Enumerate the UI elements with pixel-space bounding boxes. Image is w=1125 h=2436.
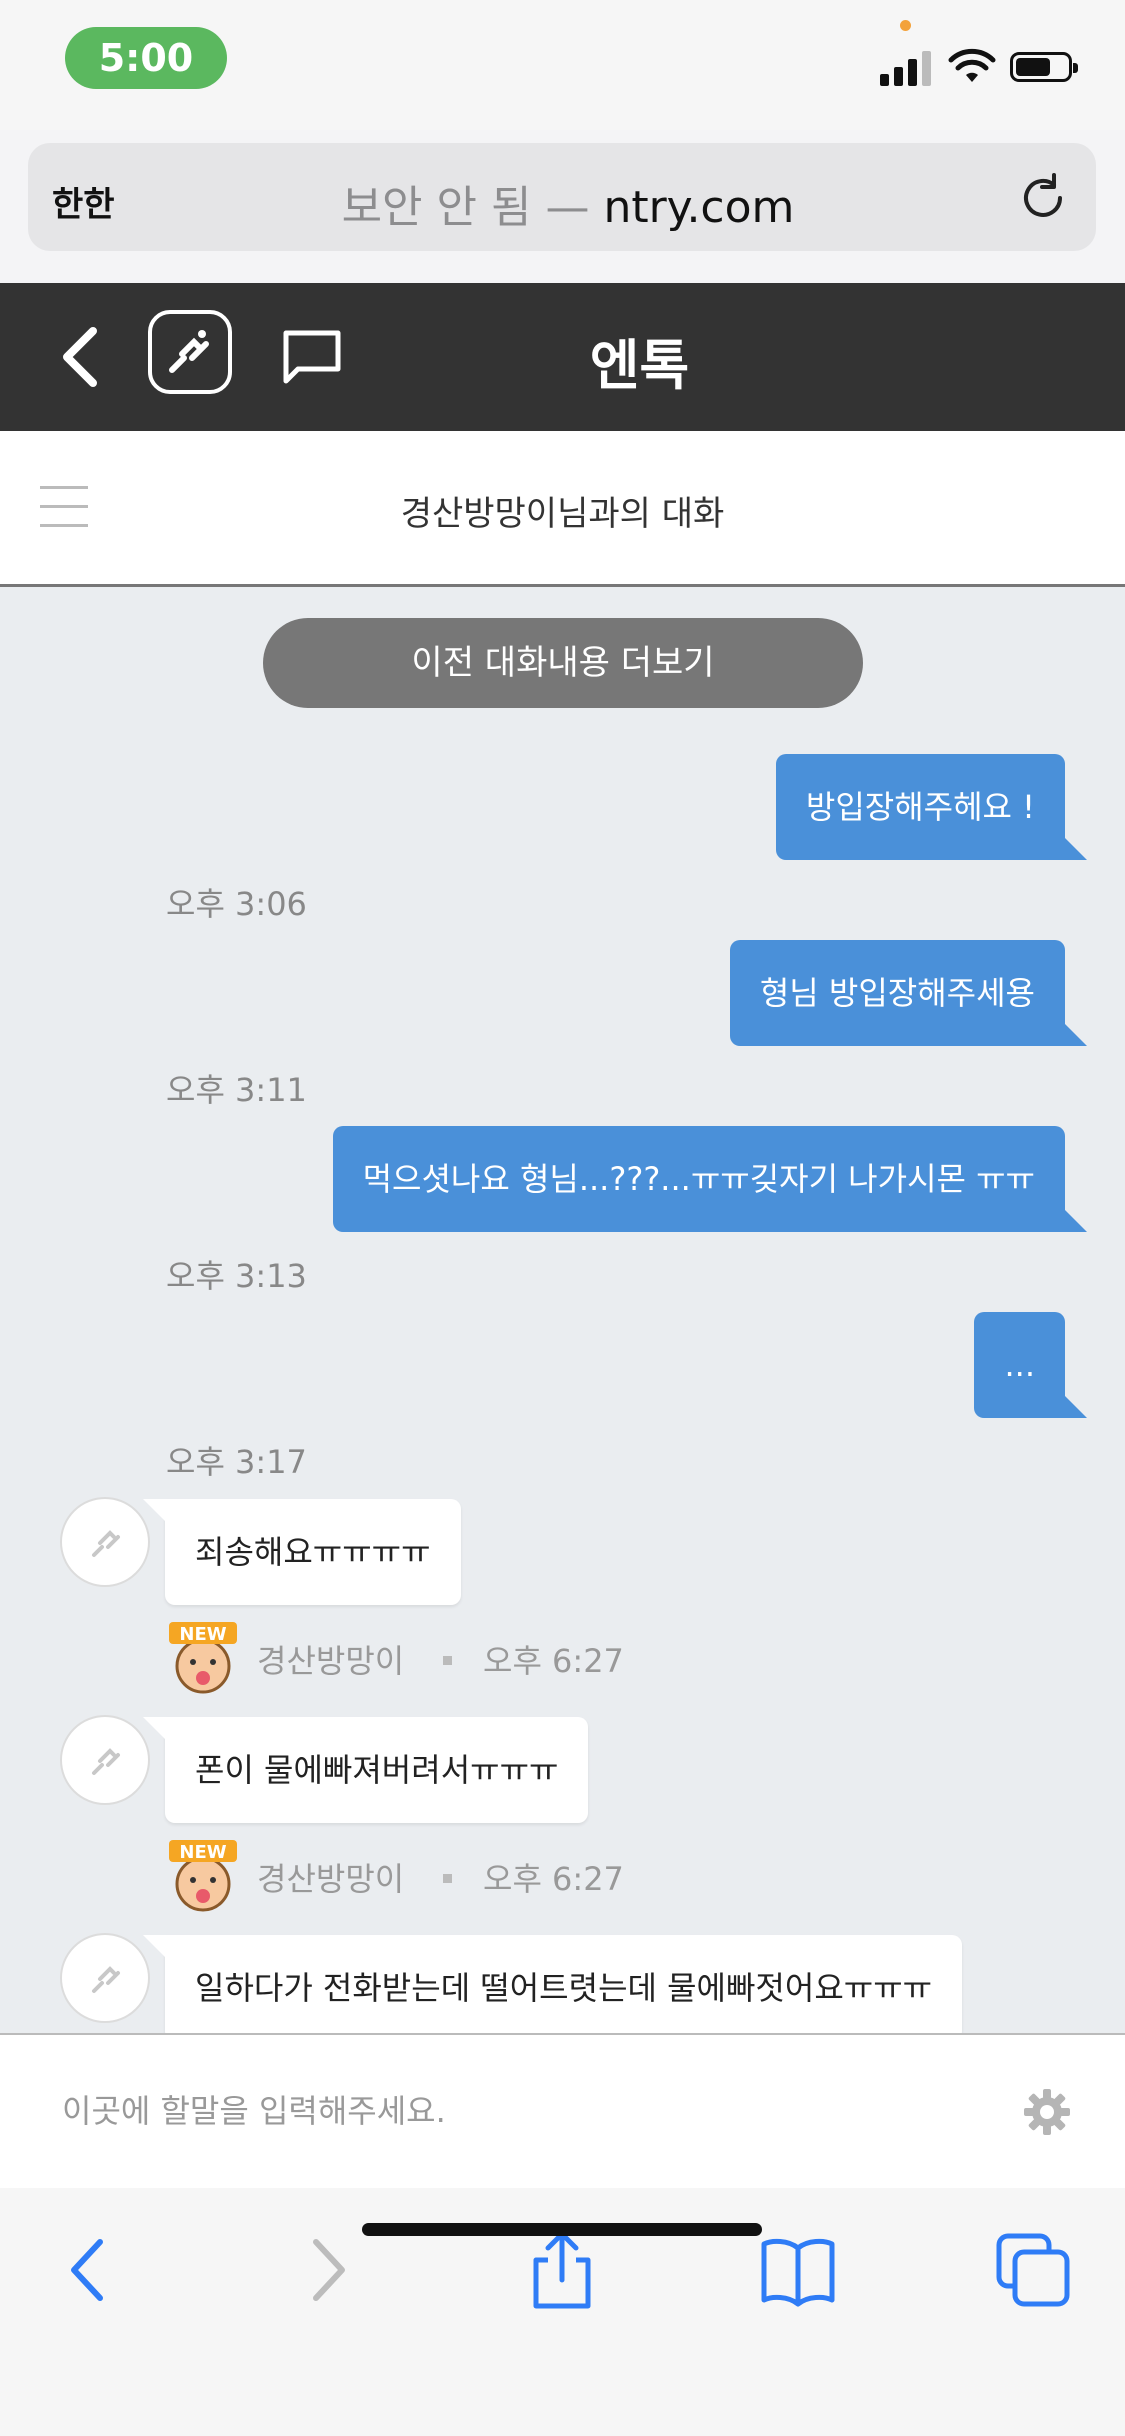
status-time: 5:00 [65, 27, 227, 89]
incoming-message: 일하다가 전화받는데 떨어트렷는데 물에빠젓어요ㅠㅠㅠ [142, 1935, 963, 2033]
conversation-header: 경산방망이님과의 대화 [0, 431, 1125, 587]
sender-name: 경산방망이 [257, 1642, 405, 1680]
share-icon[interactable] [522, 2230, 602, 2310]
back-icon[interactable] [46, 2230, 126, 2310]
conversation-title: 경산방망이님과의 대화 [400, 494, 725, 534]
svg-text:NEW: NEW [179, 1624, 226, 1645]
new-badge-face-icon: NEW [169, 1622, 237, 1694]
message-time: 오후 3:17 [166, 1443, 307, 1481]
gear-icon[interactable] [1022, 2087, 1072, 2137]
insecure-label: 보안 안 됨 — [341, 182, 604, 233]
url-host: ntry.com [603, 182, 795, 233]
address-bar[interactable]: 한한 보안 안 됨 — ntry.com [28, 143, 1096, 251]
sender-name: 경산방망이 [257, 1860, 405, 1898]
separator-dot [443, 1874, 452, 1883]
message-input-bar [0, 2033, 1125, 2190]
tabs-icon[interactable] [993, 2230, 1073, 2310]
sender-avatar[interactable] [60, 1933, 150, 2023]
battery-icon [1010, 52, 1078, 82]
load-more-button[interactable]: 이전 대화내용 더보기 [263, 618, 863, 708]
new-badge-face-icon: NEW [169, 1840, 237, 1912]
outgoing-message: 형님 방입장해주세용 [729, 940, 1088, 1046]
outgoing-message: 방입장해주헤요 ! [775, 754, 1088, 860]
text-size-button[interactable]: 한한 [52, 177, 115, 226]
cellular-signal-icon [880, 50, 935, 86]
svg-text:NEW: NEW [179, 1842, 226, 1863]
home-indicator [362, 2223, 762, 2236]
message-time: 오후 6:27 [483, 1860, 624, 1898]
book-icon[interactable] [758, 2230, 838, 2310]
incoming-message: 폰이 물에빠져버려서ㅠㅠㅠ [142, 1717, 589, 1823]
sender-avatar[interactable] [60, 1715, 150, 1805]
message-time: 오후 3:13 [166, 1257, 307, 1295]
app-title: 엔톡 [589, 334, 690, 397]
privacy-indicator-dot [900, 20, 911, 31]
message-input[interactable] [60, 2080, 964, 2142]
reload-icon[interactable] [1016, 171, 1070, 225]
message-time: 오후 3:11 [166, 1071, 307, 1109]
separator-dot [443, 1656, 452, 1665]
outgoing-message: 먹으셧나요 형님...???...ㅠㅠ깆자기 나가시몬 ㅠㅠ [332, 1126, 1088, 1232]
outgoing-message: ... [974, 1312, 1087, 1418]
status-bar: 5:00 [0, 0, 1125, 130]
message-time: 오후 6:27 [483, 1642, 624, 1680]
wifi-icon [948, 48, 996, 82]
url-display[interactable]: 보안 안 됨 — ntry.com [178, 171, 958, 235]
forward-icon[interactable] [290, 2230, 370, 2310]
message-time: 오후 3:06 [166, 885, 307, 923]
incoming-message: 죄송해요ㅠㅠㅠㅠ [143, 1499, 461, 1605]
chat-area[interactable]: 이전 대화내용 더보기 방입장해주헤요 ! 오후 3:06 형님 방입장해주세용… [0, 587, 1125, 2033]
sender-avatar[interactable] [60, 1497, 150, 1587]
ntry-logo-icon[interactable] [148, 310, 232, 394]
